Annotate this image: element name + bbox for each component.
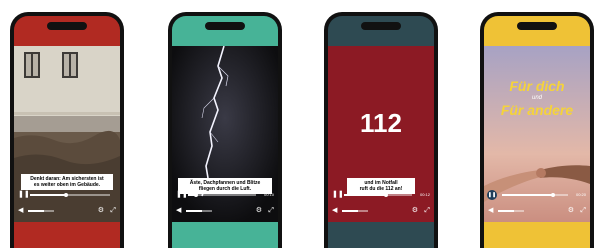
phone-mockup-3: 112 und im Notfall ruft du die 112 an! ❚… <box>324 12 438 248</box>
phone-mockup-1: Denkt daran: Am sichersten ist es weiter… <box>10 12 124 248</box>
video-screen-4: Für dich und Für andere ❚❚ 00:20 ◀ ⚙ ⤢ <box>484 16 590 248</box>
top-band <box>484 16 590 46</box>
bottom-band <box>14 222 120 248</box>
bottom-band <box>328 222 434 248</box>
top-band <box>172 16 278 46</box>
volume-slider[interactable] <box>342 210 368 212</box>
time-remaining: 00:20 <box>575 192 586 197</box>
pause-icon[interactable]: ❚❚ <box>332 190 344 200</box>
phone-mockup-2: Äste, Dachpfannen und Blitze fliegen dur… <box>168 12 282 248</box>
gear-icon[interactable]: ⚙ <box>98 206 104 216</box>
video-screen-3: 112 und im Notfall ruft du die 112 an! ❚… <box>328 16 434 248</box>
progress-bar[interactable] <box>188 192 256 197</box>
gear-icon[interactable]: ⚙ <box>568 206 574 216</box>
progress-fill <box>30 194 66 196</box>
hero-line-1: Für dich <box>509 78 565 94</box>
volume-icon[interactable]: ◀ <box>488 206 493 216</box>
phone-mockup-4: Für dich und Für andere ❚❚ 00:20 ◀ ⚙ ⤢ <box>480 12 594 248</box>
hero-line-3: Für andere <box>500 102 574 118</box>
progress-handle[interactable] <box>551 192 556 197</box>
pause-icon[interactable]: ❚❚ <box>18 190 30 200</box>
volume-slider[interactable] <box>498 210 524 212</box>
video-screen-1: Denkt daran: Am sichersten ist es weiter… <box>14 16 120 248</box>
fullscreen-icon[interactable]: ⤢ <box>424 206 430 216</box>
fullscreen-icon[interactable]: ⤢ <box>580 206 586 216</box>
progress-bar[interactable] <box>502 192 568 197</box>
progress-fill <box>344 194 387 196</box>
volume-icon[interactable]: ◀ <box>176 206 181 216</box>
top-band <box>328 16 434 46</box>
video-controls: ❚❚ ◀ ⚙ ⤢ <box>14 184 120 222</box>
phone-notch <box>517 22 557 30</box>
progress-handle[interactable] <box>384 192 389 197</box>
progress-handle[interactable] <box>194 192 199 197</box>
video-screen-2: Äste, Dachpfannen und Blitze fliegen dur… <box>172 16 278 248</box>
volume-slider[interactable] <box>28 210 54 212</box>
phone-notch <box>47 22 87 30</box>
fullscreen-icon[interactable]: ⤢ <box>268 206 274 216</box>
pause-icon[interactable]: ❚❚ <box>176 190 188 200</box>
bottom-band <box>484 222 590 248</box>
bottom-band <box>172 222 278 248</box>
phone-notch <box>205 22 245 30</box>
hero-text: Für dich und Für andere <box>484 78 590 118</box>
emergency-number: 112 <box>360 108 402 138</box>
time-remaining: 00:10 <box>263 192 274 197</box>
time-remaining: 00:12 <box>419 192 430 197</box>
phone-notch <box>361 22 401 30</box>
video-controls: ❚❚ 00:12 ◀ ⚙ ⤢ <box>328 184 434 222</box>
volume-icon[interactable]: ◀ <box>18 206 23 216</box>
progress-bar[interactable] <box>30 192 110 197</box>
progress-handle[interactable] <box>64 192 68 197</box>
volume-slider[interactable] <box>186 210 212 212</box>
top-band <box>14 16 120 46</box>
fullscreen-icon[interactable]: ⤢ <box>110 206 116 216</box>
progress-bar[interactable] <box>344 192 412 197</box>
progress-fill <box>502 194 554 196</box>
video-controls: ❚❚ 00:20 ◀ ⚙ ⤢ <box>484 184 590 222</box>
gear-icon[interactable]: ⚙ <box>256 206 262 216</box>
volume-icon[interactable]: ◀ <box>332 206 337 216</box>
video-controls: ❚❚ 00:10 ◀ ⚙ ⤢ <box>172 184 278 222</box>
pause-icon[interactable]: ❚❚ <box>487 190 497 200</box>
gear-icon[interactable]: ⚙ <box>412 206 418 216</box>
hero-line-2: und <box>531 95 542 101</box>
